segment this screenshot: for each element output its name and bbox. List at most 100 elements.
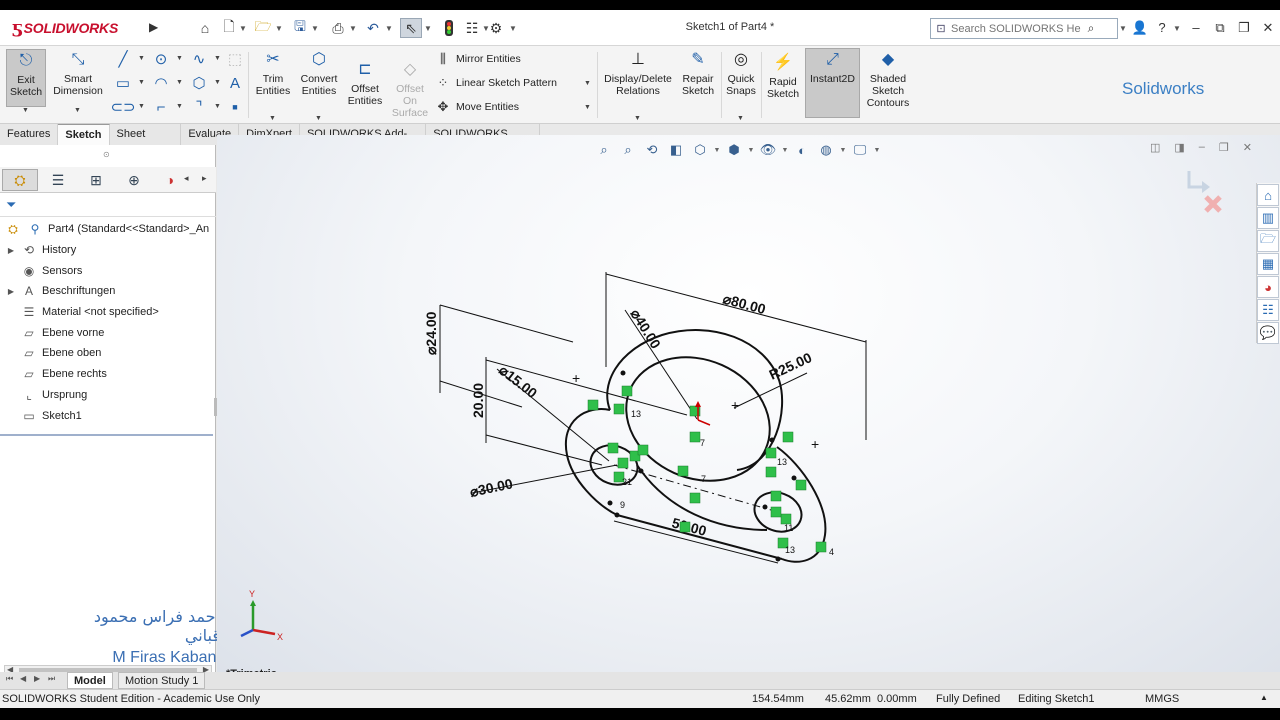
move-entities-button[interactable]: ✥ Move Entities <box>434 98 519 116</box>
dim-d80[interactable]: ⌀80.00 <box>721 290 767 317</box>
open-icon[interactable]: 🗁 <box>252 18 274 38</box>
slot-dropdown-icon[interactable]: ▼ <box>138 103 145 110</box>
line-icon[interactable]: ╱ <box>112 49 134 69</box>
instant2d-button[interactable]: ⤢ Instant2D <box>805 48 860 118</box>
spline-icon[interactable]: ∿ <box>188 49 210 69</box>
sketch-point[interactable] <box>775 556 781 562</box>
search-dropdown-icon[interactable]: ▼ <box>1118 18 1128 38</box>
fillet-icon[interactable]: ⌐ <box>150 97 172 117</box>
search-icon[interactable]: ⌕ <box>1081 21 1101 36</box>
new-dropdown-icon[interactable]: ▼ <box>238 18 248 38</box>
minimize-icon[interactable]: – <box>1186 18 1206 38</box>
options-icon[interactable]: ⚙ <box>486 18 506 38</box>
select-icon[interactable]: ⇖ <box>400 18 422 38</box>
tab-sheet-metal[interactable]: Sheet Metal <box>109 124 182 161</box>
menu-expand-arrow-icon[interactable]: ▶ <box>149 20 163 36</box>
solidworks-forum-tab-icon[interactable]: 💬 <box>1257 322 1279 344</box>
help-search-input[interactable] <box>951 22 1081 35</box>
sketch-point[interactable] <box>607 500 613 506</box>
motion-study-tab[interactable]: Motion Study 1 <box>118 672 206 689</box>
arc-icon[interactable]: ◠ <box>150 73 172 93</box>
offset-entities-button[interactable]: ⊏ Offset Entities <box>344 59 386 108</box>
status-units-dropdown-icon[interactable]: ▲ <box>1260 693 1268 702</box>
chamfer-icon[interactable]: ⌝ <box>188 97 210 117</box>
shaded-sketch-contours-button[interactable]: ◆ Shaded Sketch Contours <box>862 49 914 110</box>
relations-dropdown-icon[interactable]: ▼ <box>634 115 641 122</box>
tree-item-ebene-rechts[interactable]: ▱ Ebene rechts <box>0 364 216 385</box>
relation-marker-icon[interactable] <box>679 521 691 533</box>
relation-marker-icon[interactable] <box>637 444 649 456</box>
relation-marker-icon[interactable] <box>621 385 633 397</box>
help-search-scope-icon[interactable]: ⊡ <box>931 22 951 35</box>
home-icon[interactable]: ⌂ <box>194 18 216 38</box>
convert-dropdown-icon[interactable]: ▼ <box>315 115 322 122</box>
relation-marker-icon[interactable] <box>815 541 827 553</box>
rollback-bar[interactable] <box>0 434 213 436</box>
relation-marker-icon[interactable] <box>782 431 794 443</box>
sketch-point[interactable] <box>769 437 775 443</box>
dim-20[interactable]: 20.00 <box>470 383 486 418</box>
sketch-picture-icon[interactable]: ⬚ <box>224 49 246 69</box>
options-dropdown-icon[interactable]: ▼ <box>508 18 518 38</box>
trim-entities-button[interactable]: ✂ Trim Entities <box>252 49 294 98</box>
linear-sketch-pattern-button[interactable]: ⁘ Linear Sketch Pattern <box>434 74 557 92</box>
dim-r25[interactable]: R25.00 <box>767 349 815 383</box>
tree-item-ebene-oben[interactable]: ▱ Ebene oben <box>0 343 216 364</box>
fillet-dropdown-icon[interactable]: ▼ <box>176 103 183 110</box>
sketch-point[interactable] <box>614 512 620 518</box>
circle-icon[interactable]: ⊙ <box>150 49 172 69</box>
design-library-tab-icon[interactable]: ▥ <box>1257 207 1279 229</box>
move-dropdown-icon[interactable]: ▼ <box>584 104 591 111</box>
panel-grip-icon[interactable]: ⊙ <box>103 150 110 159</box>
close-icon[interactable]: ✕ <box>1258 18 1278 38</box>
dimxpert-manager-tab[interactable]: ⊕ <box>116 169 152 191</box>
smart-dimension-dropdown-icon[interactable]: ▼ <box>74 107 81 114</box>
restore-doc-icon[interactable]: ❐ <box>1234 18 1254 38</box>
select-dropdown-icon[interactable]: ▼ <box>423 18 433 38</box>
sketch-point[interactable] <box>638 468 644 474</box>
relation-marker-icon[interactable] <box>770 506 782 518</box>
rectangle-dropdown-icon[interactable]: ▼ <box>138 79 145 86</box>
pattern-dropdown-icon[interactable]: ▼ <box>584 80 591 87</box>
relation-marker-icon[interactable] <box>689 431 701 443</box>
rebuild-icon[interactable] <box>440 18 458 38</box>
new-document-icon[interactable]: 🗋 <box>220 18 238 38</box>
model-tab[interactable]: Model <box>67 672 113 689</box>
tabs-last-icon[interactable]: ⏭ <box>48 674 55 684</box>
rapid-sketch-button[interactable]: ⚡ Rapid Sketch <box>764 52 802 101</box>
repair-sketch-button[interactable]: ✎ Repair Sketch <box>678 49 718 98</box>
slot-icon[interactable]: ⊂⊃ <box>110 97 135 117</box>
tree-item-sketch1[interactable]: ▭ Sketch1 <box>0 405 216 426</box>
dim-d24[interactable]: ⌀24.00 <box>423 311 439 355</box>
relation-marker-icon[interactable] <box>795 479 807 491</box>
text-icon[interactable]: A <box>224 73 246 93</box>
polygon-icon[interactable]: ⬡ <box>188 73 210 93</box>
tree-root-part[interactable]: ⛭ ⚲ Part4 (Standard<<Standard>_An <box>0 219 216 240</box>
tree-item-ursprung[interactable]: ⌞ Ursprung <box>0 385 216 406</box>
tree-item-material-not-specified[interactable]: ☰ Material <not specified> <box>0 302 216 323</box>
exit-sketch-dropdown-icon[interactable]: ▼ <box>22 107 29 114</box>
spline-dropdown-icon[interactable]: ▼ <box>214 55 221 62</box>
sketch-point[interactable] <box>620 370 626 376</box>
appearances-tab-icon[interactable]: ◕ <box>1257 276 1279 298</box>
file-properties-icon[interactable]: ☷ <box>462 18 482 38</box>
display-delete-relations-button[interactable]: ⊥ Display/Delete Relations <box>601 49 675 98</box>
relation-marker-icon[interactable] <box>607 442 619 454</box>
tab-features[interactable]: Features <box>0 124 59 145</box>
tabs-next-icon[interactable]: ▶ <box>34 674 40 683</box>
tree-item-history[interactable]: ▶ ⟲ History <box>0 240 216 261</box>
save-dropdown-icon[interactable]: ▼ <box>310 18 320 38</box>
sketch-point[interactable] <box>791 475 797 481</box>
solidworks-resources-tab-icon[interactable]: ⌂ <box>1257 184 1279 206</box>
expand-arrow-icon[interactable]: ▶ <box>6 246 16 255</box>
dim-d30[interactable]: ⌀30.00 <box>468 475 514 500</box>
offset-on-surface-button[interactable]: ◇ Offset On Surface <box>390 59 430 120</box>
tabs-left-arrow-icon[interactable]: ◂ <box>184 173 189 184</box>
tree-item-ebene-vorne[interactable]: ▱ Ebene vorne <box>0 322 216 343</box>
solidworks-logo[interactable]: ƽ SOLIDWORKS <box>12 16 142 40</box>
restore-icon[interactable]: ⧉ <box>1210 18 1230 38</box>
arc-dropdown-icon[interactable]: ▼ <box>176 79 183 86</box>
status-units[interactable]: MMGS <box>1145 693 1179 705</box>
display-manager-tab[interactable]: ◑ <box>152 169 188 191</box>
custom-properties-tab-icon[interactable]: ☷ <box>1257 299 1279 321</box>
